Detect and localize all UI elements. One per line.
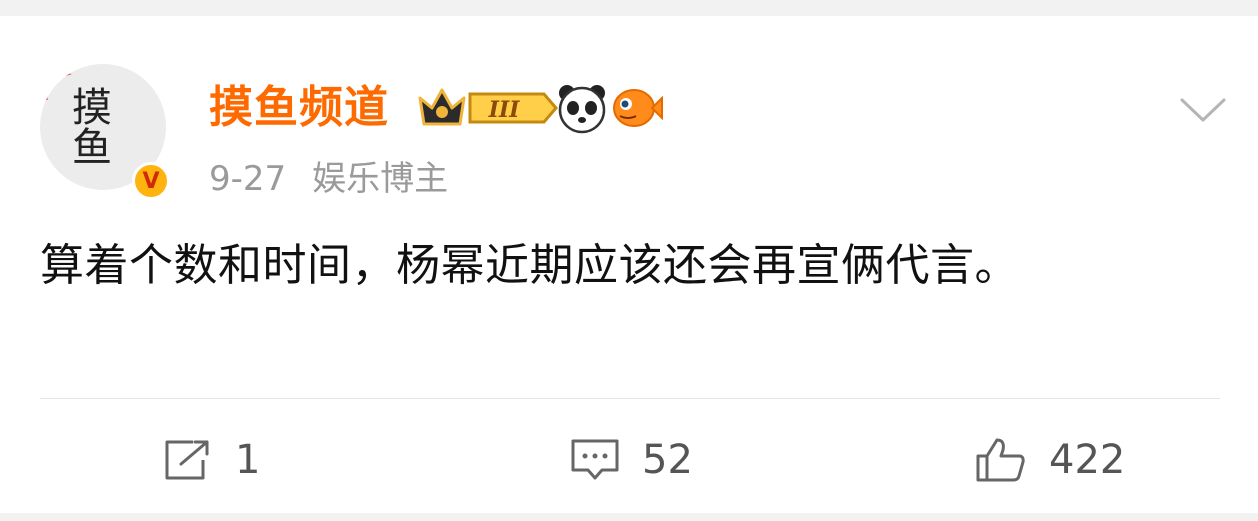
comment-icon <box>571 439 619 480</box>
repost-count: 1 <box>235 437 261 483</box>
panda-icon[interactable] <box>556 82 608 134</box>
level-badge-text: III <box>488 97 521 123</box>
fish-icon[interactable] <box>612 84 664 132</box>
verified-badge: V <box>132 162 170 200</box>
chevron-down-icon[interactable] <box>1178 94 1228 126</box>
crown-icon[interactable] <box>416 84 468 132</box>
comment-button[interactable]: 52 <box>570 430 693 490</box>
post-date: 9-27 <box>209 159 287 199</box>
avatar-text: 摸鱼 <box>65 86 111 166</box>
action-bar: 1 52 422 <box>0 430 1258 490</box>
post-content[interactable]: 算着个数和时间，杨幂近期应该还会再宣俩代言。 <box>40 234 1190 298</box>
post-meta: 9-27 娱乐博主 <box>209 157 448 201</box>
post-card: 摸鱼 V 摸鱼频道 III 9-27 娱乐博主 算着个数和时间，杨幂近期应该还会… <box>0 16 1258 513</box>
like-count: 422 <box>1049 437 1126 483</box>
repost-button[interactable]: 1 <box>163 430 260 490</box>
repost-icon <box>165 440 209 480</box>
like-button[interactable]: 422 <box>975 430 1125 490</box>
author-name[interactable]: 摸鱼频道 <box>209 80 389 136</box>
like-icon <box>976 438 1025 482</box>
comment-count: 52 <box>642 437 693 483</box>
post-source: 娱乐博主 <box>312 159 449 199</box>
divider <box>40 398 1220 399</box>
level-badge[interactable]: III <box>466 90 560 126</box>
